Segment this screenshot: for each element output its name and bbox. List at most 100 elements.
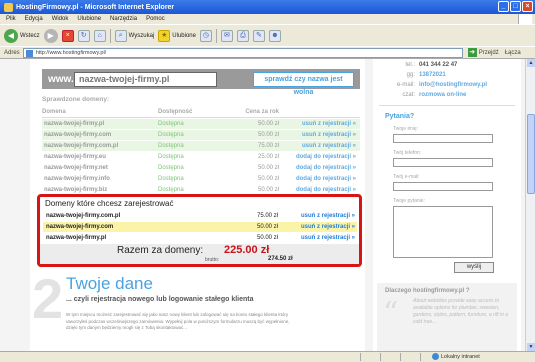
quote-icon: “ — [383, 296, 399, 331]
vertical-scrollbar[interactable]: ▲ ▼ — [525, 59, 535, 351]
address-label: Adres — [4, 49, 20, 56]
selected-domain-price: 50.00 zł — [256, 224, 278, 230]
name-field[interactable] — [393, 134, 493, 143]
table-row: nazwa-twojej-firmy.pl Dostępna 50.00 zł … — [42, 119, 360, 129]
domain-name: nazwa-twojej-firmy.eu — [44, 154, 106, 160]
contact-email: e-mail: info@hostingfirmowy.pl — [373, 82, 521, 92]
messenger-icon[interactable]: ☻ — [268, 29, 281, 42]
domain-status: Dostępna — [158, 165, 184, 171]
contact-value[interactable]: rozmowa on-line — [419, 92, 466, 98]
contact-label: gg: — [406, 72, 415, 78]
mail-icon[interactable]: ✉ — [220, 29, 233, 42]
page-icon — [25, 49, 33, 57]
edit-icon[interactable]: ✎ — [252, 29, 265, 42]
status-divider — [400, 353, 401, 361]
favorites-label: Ulubione — [172, 32, 196, 39]
maximize-icon[interactable]: □ — [510, 1, 521, 12]
add-link[interactable]: dodaj do rejestracji » — [286, 163, 356, 173]
remove-link[interactable]: usuń z rejestracji » — [289, 233, 355, 243]
back-button[interactable]: ◀ Wstecz — [4, 28, 40, 43]
checked-domains-title: Sprawdzone domeny: — [42, 96, 110, 103]
status-divider — [360, 353, 361, 361]
search-button[interactable]: ⌕ Wyszukaj — [114, 29, 154, 42]
scroll-down-icon[interactable]: ▼ — [527, 343, 535, 351]
add-link[interactable]: dodaj do rejestracji » — [286, 174, 356, 184]
address-input[interactable]: http://www.hostingfirmowy.pl/ — [22, 47, 463, 58]
domain-status: Dostępna — [158, 154, 184, 160]
question-textarea[interactable] — [393, 206, 493, 258]
go-label: Przejdź — [478, 49, 499, 56]
domain-status: Dostępna — [158, 121, 184, 127]
domain-status: Dostępna — [158, 176, 184, 182]
scroll-thumb[interactable] — [527, 114, 535, 194]
windows-logo-icon — [518, 14, 532, 24]
print-icon[interactable]: ⎙ — [236, 29, 249, 42]
send-button[interactable]: wyślij — [454, 262, 494, 273]
phone-field[interactable] — [393, 158, 493, 167]
window-titlebar: HostingFirmowy.pl - Microsoft Internet E… — [0, 0, 535, 14]
menu-edit[interactable]: Edycja — [25, 16, 43, 22]
browser-toolbar: ◀ Wstecz ▶ × ↻ ⌂ ⌕ Wyszukaj ★ Ulubione ◷… — [0, 24, 535, 46]
step-title: Twoje dane — [66, 274, 153, 293]
domain-input[interactable]: nazwa-twojej-firmy.pl — [74, 71, 217, 87]
favorites-button[interactable]: ★ Ulubione — [158, 29, 196, 42]
links-button[interactable]: Łącza — [505, 50, 521, 56]
contact-value[interactable]: info@hostingfirmowy.pl — [419, 82, 487, 88]
menu-bar: Plik Edycja Widok Ulubione Narzędzia Pom… — [0, 14, 535, 24]
selected-domain-price: 50.00 zł — [256, 235, 278, 241]
selected-domain-name: nazwa-twojej-firmy.com.pl — [46, 213, 121, 219]
home-icon[interactable]: ⌂ — [93, 29, 106, 42]
check-domain-button[interactable]: sprawdź czy nazwa jest wolna — [253, 71, 354, 96]
remove-link[interactable]: usuń z rejestracji » — [289, 222, 355, 232]
question-label: Twoje pytanie: — [393, 198, 425, 204]
domain-price: 75.00 zł — [257, 143, 279, 149]
stop-icon[interactable]: × — [61, 29, 74, 42]
ie-icon — [4, 2, 13, 12]
forward-button[interactable]: ▶ — [43, 28, 58, 43]
email-label: Twój e-mail: — [393, 174, 420, 180]
close-icon[interactable]: × — [522, 1, 533, 12]
add-link[interactable]: dodaj do rejestracji » — [286, 152, 356, 162]
divider — [379, 105, 515, 106]
name-label: Twoje imię: — [393, 126, 419, 132]
domain-price: 50.00 zł — [257, 176, 279, 182]
header-availability: Dostępność — [158, 109, 193, 115]
contact-value[interactable]: 13872021 — [419, 72, 446, 78]
menu-favorites[interactable]: Ulubione — [77, 16, 101, 22]
why-box: Dlaczego hostingfirmowy.pl ? “ About web… — [377, 283, 517, 351]
domain-status: Dostępna — [158, 132, 184, 138]
domain-search-bar: www. nazwa-twojej-firmy.pl sprawdź czy n… — [42, 69, 360, 96]
table-row: nazwa-twojej-firmy.info Dostępna 50.00 z… — [42, 174, 360, 184]
selected-row: nazwa-twojej-firmy.pl 50.00 zł usuń z re… — [43, 233, 357, 243]
header-price: Cena za rok — [245, 109, 279, 115]
remove-link[interactable]: usuń z rejestracji » — [286, 130, 356, 140]
address-bar: Adres http://www.hostingfirmowy.pl/ ➜ Pr… — [0, 46, 535, 59]
domain-price: 50.00 zł — [257, 165, 279, 171]
menu-file[interactable]: Plik — [6, 16, 16, 22]
menu-help[interactable]: Pomoc — [146, 16, 165, 22]
main-content: www. nazwa-twojej-firmy.pl sprawdź czy n… — [30, 59, 365, 351]
go-button[interactable]: ➜ Przejdź — [467, 48, 499, 57]
domain-name: nazwa-twojej-firmy.net — [44, 165, 108, 171]
status-bar: Lokalny intranet — [0, 351, 535, 362]
email-field[interactable] — [393, 182, 493, 191]
menu-tools[interactable]: Narzędzia — [110, 16, 137, 22]
checked-table-header: Domena Dostępność Cena za rok — [42, 109, 360, 118]
contact-label: tel.: — [405, 62, 415, 68]
contact-label: e-mail: — [396, 82, 415, 88]
domain-name: nazwa-twojej-firmy.com — [44, 132, 112, 138]
minimize-icon[interactable]: _ — [498, 1, 509, 12]
remove-link[interactable]: usuń z rejestracji » — [286, 119, 356, 129]
menu-view[interactable]: Widok — [52, 16, 69, 22]
remove-link[interactable]: usuń z rejestracji » — [286, 141, 356, 151]
phone-label: Twój telefon: — [393, 150, 422, 156]
history-icon[interactable]: ◷ — [199, 29, 212, 42]
contact-gg: gg: 13872021 — [373, 72, 521, 82]
remove-link[interactable]: usuń z rejestracji » — [289, 211, 355, 221]
refresh-icon[interactable]: ↻ — [77, 29, 90, 42]
toolbar-separator — [109, 28, 111, 43]
star-icon: ★ — [158, 29, 171, 42]
right-sidebar: tel.: 041 344 22 47 gg: 13872021 e-mail:… — [373, 59, 521, 351]
security-zone: Lokalny intranet — [432, 353, 480, 360]
scroll-up-icon[interactable]: ▲ — [527, 59, 535, 67]
